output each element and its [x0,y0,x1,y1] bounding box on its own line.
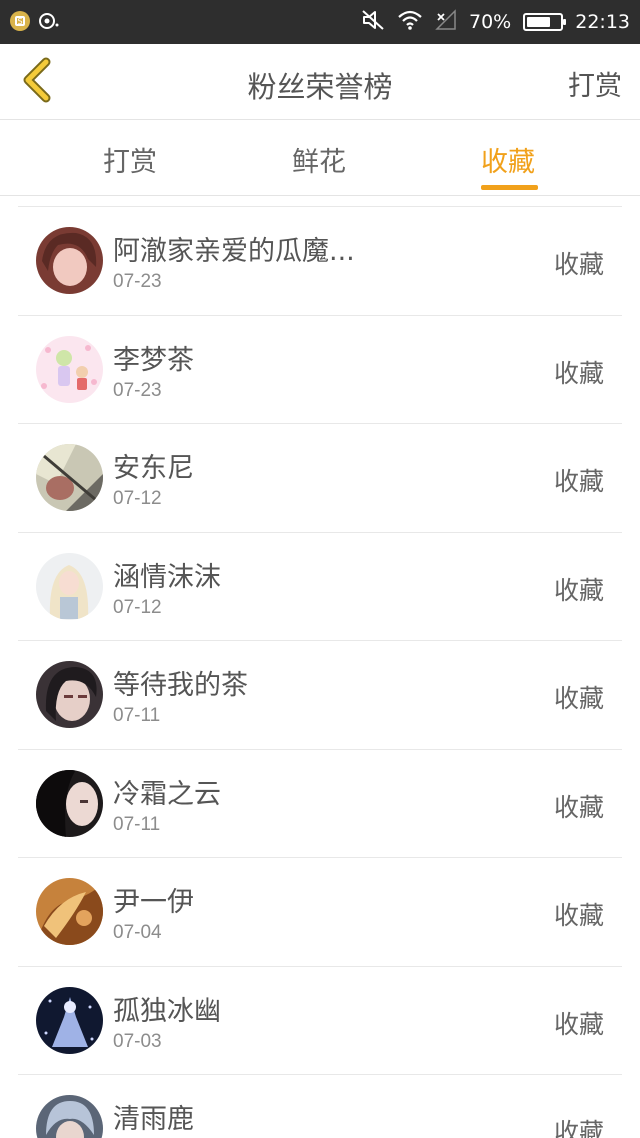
fan-name: 李梦茶 [113,344,194,376]
favorite-label: 收藏 [553,1009,604,1039]
fan-name: 涵情沫沫 [113,561,221,593]
avatar [36,1095,103,1138]
favorite-label: 收藏 [553,684,604,713]
fan-date: 07-11 [113,705,161,726]
list-item[interactable]: 冷霜之云 07-11 收藏 [18,750,622,858]
fan-name: 孤独冰幽 [113,995,221,1027]
favorite-label: 收藏 [553,575,604,605]
fan-name: 尹一伊 [113,887,194,918]
list-item[interactable]: 孤独冰幽 07-03 收藏 [18,967,622,1075]
clock: 22:13 [575,11,630,33]
list-item[interactable]: 阿澈家亲爱的瓜魔... 07-23 收藏 [18,207,622,316]
fan-name: 安东尼 [113,453,194,484]
favorite-label: 收藏 [553,358,604,388]
signal-icon [435,9,457,35]
list-item[interactable]: 涵情沫沫 07-12 收藏 [18,533,622,641]
avatar [36,986,103,1054]
fan-date: 07-04 [113,922,162,943]
tab-favorites[interactable]: 收藏 [481,140,535,179]
favorite-label: 收藏 [553,792,604,822]
reward-button[interactable]: 打赏 [568,64,622,103]
battery-level [527,17,550,27]
status-bar-system: 70% 22:13 [361,8,630,36]
fan-date: 07-11 [113,813,161,835]
fan-date: 07-23 [113,379,162,401]
favorite-label: 收藏 [553,250,604,279]
list-item[interactable]: 尹一伊 07-04 收藏 [18,858,622,967]
status-bar-notifications: S [10,11,59,31]
avatar [36,661,103,728]
list-item[interactable]: 等待我的茶 07-11 收藏 [18,641,622,750]
wifi-icon [397,9,423,35]
fan-date: 07-12 [113,596,162,618]
fan-name: 等待我的茶 [113,670,248,701]
avatar [36,552,103,620]
app-notification-icon: S [10,11,30,31]
fan-name: 冷霜之云 [113,778,221,810]
favorite-label: 收藏 [553,901,604,930]
fan-name: 清雨鹿 [113,1104,194,1135]
favorite-label: 收藏 [553,467,604,496]
avatar [36,335,103,403]
list-item[interactable]: 安东尼 07-12 收藏 [18,424,622,533]
status-bar: S 70% 22:13 [0,0,640,44]
battery-percent: 70% [469,11,512,33]
list-item[interactable]: 清雨鹿 收藏 [18,1075,622,1138]
fan-date: 07-12 [113,488,162,509]
list-item[interactable]: 李梦茶 07-23 收藏 [18,316,622,424]
tab-reward[interactable]: 打赏 [103,140,157,179]
avatar [36,444,103,511]
tab-flowers[interactable]: 鲜花 [292,140,346,179]
active-tab-indicator [481,185,538,190]
header: 粉丝荣誉榜 打赏 [0,44,640,120]
fan-list: 阿澈家亲爱的瓜魔... 07-23 收藏 李梦茶 07-23 收藏 安东尼 07… [18,206,622,1138]
fan-name: 阿澈家亲爱的瓜魔... [113,236,355,267]
avatar [36,227,103,294]
music-notification-icon [38,11,59,31]
avatar [36,769,103,837]
fan-date: 07-23 [113,271,162,292]
favorite-label: 收藏 [553,1118,604,1138]
page-title: 粉丝荣誉榜 [247,70,393,104]
fan-date: 07-03 [113,1030,162,1052]
avatar [36,878,103,945]
battery-icon [523,13,567,31]
mute-icon [361,9,385,35]
tab-bar: 打赏 鲜花 收藏 [0,120,640,196]
